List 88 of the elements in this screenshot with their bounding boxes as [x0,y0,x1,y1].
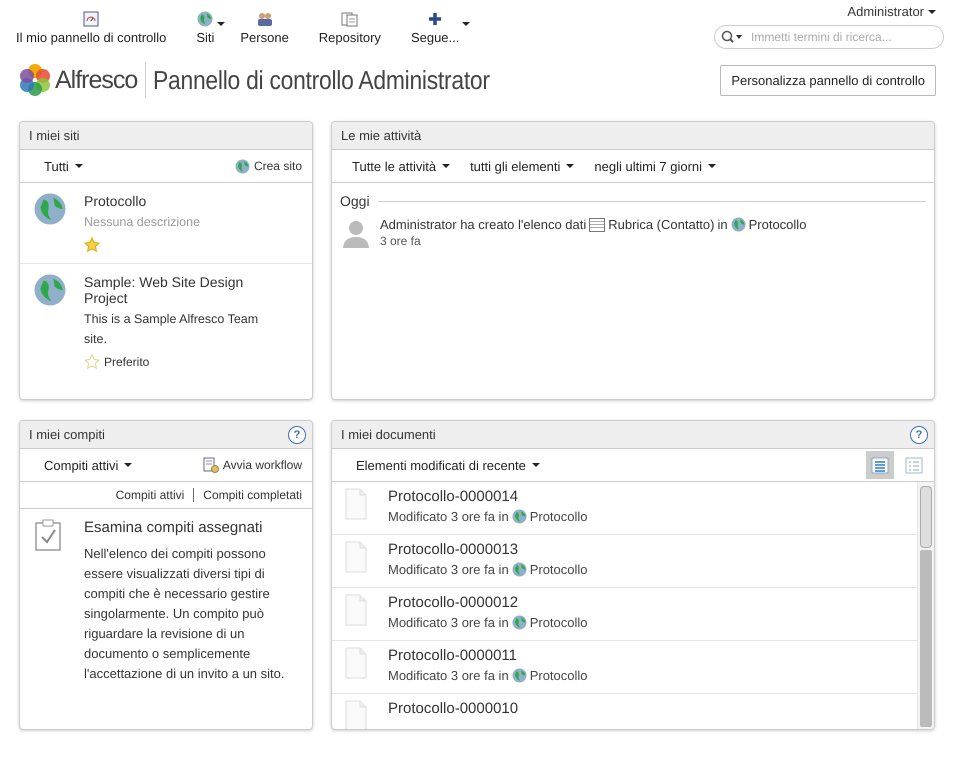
filter-dropdown[interactable]: Compiti attivi [44,458,132,472]
document-modified-text: Modificato 3 ore fa in [388,562,509,577]
site-name-link[interactable]: Sample: Web Site Design Project [84,274,274,306]
caret-icon [442,164,450,168]
people-icon [256,11,274,27]
filter-dropdown[interactable]: Elementi modificati di recente [356,458,540,472]
search-icon [721,30,743,44]
list-view-icon [870,456,890,474]
document-name-link[interactable]: Protocollo-0000011 [388,647,517,664]
document-name-link[interactable]: Protocollo-0000013 [388,541,518,558]
activity-text: Administrator ha creato l'elenco dati [380,217,586,232]
globe-icon [512,615,527,630]
page-title: Pannello di controllo Administrator [152,64,490,96]
start-workflow-link[interactable]: Avvia workflow [202,457,302,473]
nav-menu-item[interactable]: Il mio pannello di controllo [12,0,170,50]
nav-menu-item[interactable]: Siti [192,0,226,50]
document-name-link[interactable]: Protocollo-0000014 [388,488,518,505]
globe-icon [512,668,527,683]
logo-text: Alfresco [55,66,138,94]
globe-icon [197,11,214,27]
user-menu[interactable]: Administrator [847,4,936,19]
globe-icon [34,274,66,306]
task-filter-link[interactable]: Compiti completati [203,488,302,502]
caret-icon [566,164,574,168]
document-icon [344,541,368,573]
customize-dashboard-button[interactable]: Personalizza pannello di controllo [720,64,936,96]
nav-menu-item[interactable]: Repository [314,0,385,50]
day-heading: Oggi [340,193,370,209]
globe-icon [512,509,527,524]
clipboard-check-icon [34,519,62,551]
plus-icon [428,12,442,26]
dashlet-title: Le mie attività [341,128,422,143]
nav-menu-item[interactable]: Segue... [406,0,472,50]
site-link[interactable]: Protocollo [530,562,588,577]
dashlet-title: I miei siti [29,128,80,143]
filter-dropdown[interactable]: Tutti [44,158,83,174]
site-link[interactable]: Protocollo [530,615,588,630]
list-view-icon [904,456,924,474]
filter-dropdown[interactable]: negli ultimi 7 giorni [594,158,716,174]
document-modified-text: Modificato 3 ore fa in [388,615,509,630]
caret-icon [462,22,470,26]
help-icon[interactable]: ? [910,426,928,444]
favorite-label[interactable]: Preferito [104,355,150,369]
site-name-link[interactable]: Protocollo [84,193,274,209]
globe-icon [234,158,250,174]
caret-icon [928,10,936,14]
site-link[interactable]: Protocollo [530,668,588,683]
site-link[interactable]: Protocollo [748,217,806,232]
search-box[interactable]: Immetti termini di ricerca... [714,25,944,49]
activity-text: in [717,217,728,232]
site-description: Nessuna descrizione [84,214,202,231]
globe-icon [34,193,66,225]
document-name-link[interactable]: Protocollo-0000012 [388,594,518,611]
caret-icon [532,463,540,467]
document-icon [344,488,368,520]
document-modified-text: Modificato 3 ore fa in [388,668,509,683]
filter-dropdown[interactable]: tutti gli elementi [470,158,574,174]
document-modified-text: Modificato 3 ore fa in [388,509,509,524]
task-filter-link[interactable]: Compiti attivi [116,488,184,502]
view-toggle-button[interactable] [866,451,894,479]
separator [193,488,194,502]
empty-state-title: Esamina compiti assegnati [84,519,264,536]
globe-icon [730,217,746,232]
nav-menu-item[interactable]: Persone [236,0,293,50]
site-link[interactable]: Protocollo [530,509,588,524]
help-icon[interactable]: ? [288,426,306,444]
document-icon [344,647,368,679]
site-description: This is a Sample Alfresco Team site. [84,311,260,348]
create-site-link[interactable]: Crea sito [234,158,302,174]
data-list-icon [589,218,606,232]
activity-time: 3 ore fa [380,234,422,248]
data-list-link[interactable]: Rubrica (Contatto) [608,217,714,232]
document-gear-icon [202,457,219,473]
scrollbar[interactable] [917,482,934,729]
filter-dropdown[interactable]: Tutte le attività [352,158,450,174]
dashlet-title: I miei documenti [341,427,436,442]
document-icon [344,594,368,626]
empty-state-text: Nell'elenco dei compiti possono essere visualizzati diversi tipi di compiti che è necessario gestire singolarmente. Un compito può riguardare la revisione di un documento o semplicemente l'accettazione di un invito a un sito. [84,545,286,683]
flower-logo-icon [17,62,53,98]
caret-icon [217,22,226,26]
caret-icon [708,164,716,168]
gauge-icon [83,11,100,27]
dashlet-title: I miei compiti [29,427,105,442]
globe-icon [512,562,527,577]
document-name-link[interactable]: Protocollo-0000010 [388,700,518,717]
caret-icon [74,164,83,168]
caret-icon [124,463,132,467]
documents-icon [340,11,359,27]
